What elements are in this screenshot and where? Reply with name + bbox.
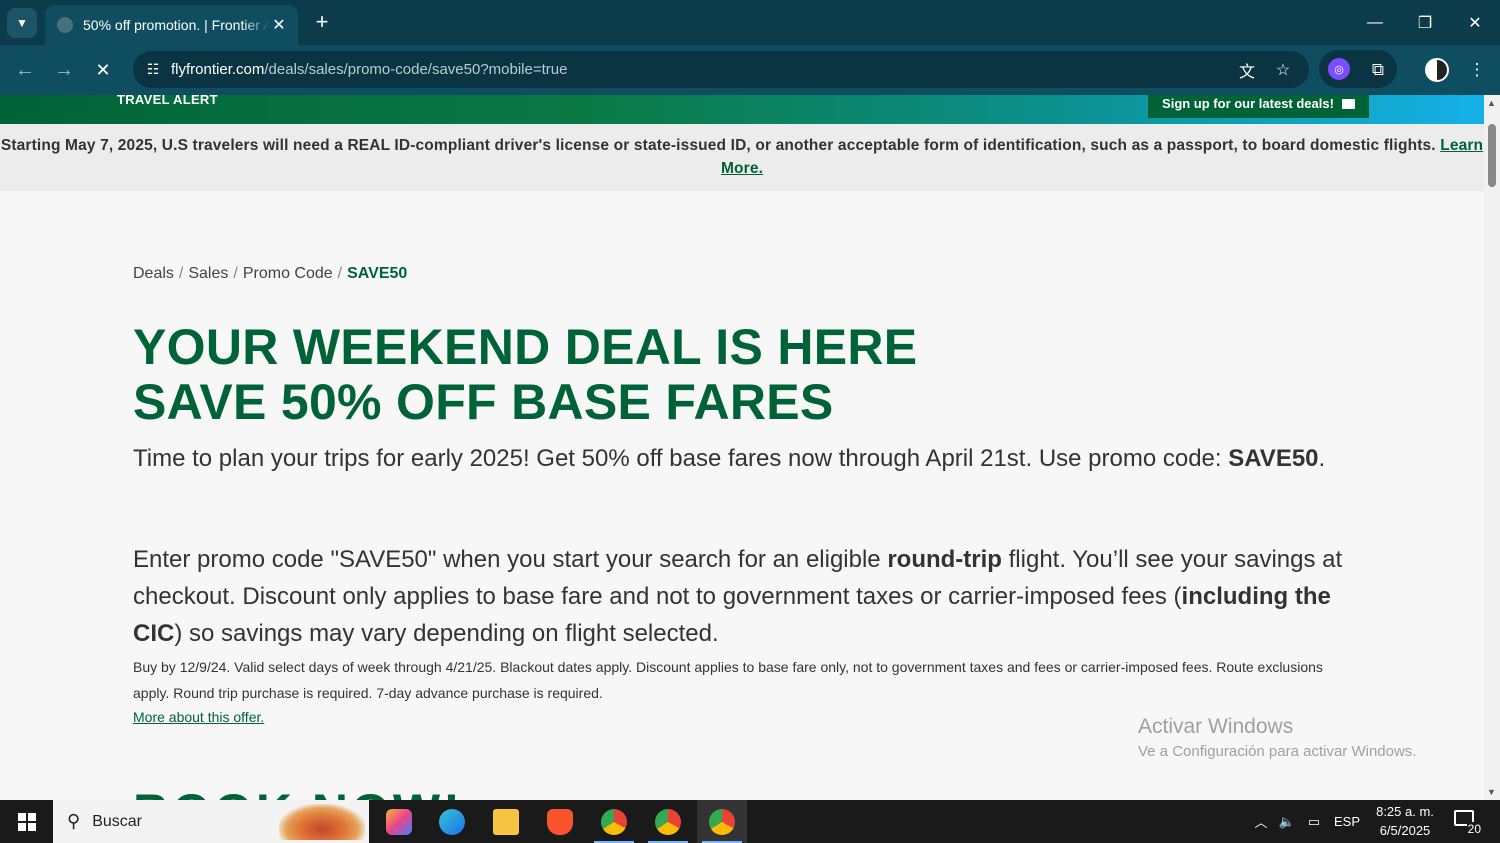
browser-toolbar: ← → ✕ ☷ flyfrontier.com/deals/sales/prom…	[0, 45, 1500, 95]
brave-app-icon[interactable]	[535, 800, 585, 843]
more-about-offer-link[interactable]: More about this offer.	[133, 709, 264, 725]
signup-deals-label: Sign up for our latest deals!	[1162, 96, 1334, 111]
travel-alert-bar: TRAVEL ALERT Sign up for our latest deal…	[0, 95, 1484, 124]
windows-activation-watermark: Activar Windows Ve a Configuración para …	[1138, 715, 1416, 760]
forward-arrow-icon[interactable]: →	[49, 55, 79, 85]
breadcrumb-separator: /	[233, 265, 238, 282]
windows-logo-icon	[17, 812, 36, 831]
fine-print: Buy by 12/9/24. Valid select days of wee…	[133, 659, 1323, 701]
chrome-app-icon-2[interactable]	[643, 800, 693, 843]
scroll-down-icon[interactable]: ▼	[1487, 787, 1496, 797]
search-highlight-image	[279, 804, 365, 840]
instructions-text-c: ) so savings may vary depending on fligh…	[174, 620, 719, 647]
page-scrollbar[interactable]: ▲ ▼	[1484, 95, 1500, 800]
instructions-text-a: Enter promo code "SAVE50" when you start…	[133, 546, 888, 573]
taskbar-search[interactable]: ⚲ Buscar	[53, 800, 369, 843]
watermark-title: Activar Windows	[1138, 715, 1294, 738]
instructions-bold-round-trip: round-trip	[887, 546, 1002, 573]
clock-date: 6/5/2025	[1379, 823, 1431, 838]
extension-purple-icon[interactable]: ◎	[1328, 58, 1350, 80]
intro-paragraph: Time to plan your trips for early 2025! …	[133, 441, 1353, 477]
real-id-notice: Starting May 7, 2025, U.S travelers will…	[0, 124, 1484, 191]
minimize-icon[interactable]: —	[1350, 0, 1400, 45]
translate-icon[interactable]: 文	[1235, 58, 1259, 82]
site-settings-icon[interactable]: ☷	[135, 61, 171, 78]
clock-time: 8:25 a. m.	[1376, 804, 1434, 819]
notification-count: 20	[1466, 822, 1482, 836]
browser-tab-active[interactable]: 50% off promotion. | Frontier Airlines ✕	[45, 5, 298, 45]
url-text[interactable]: flyfrontier.com/deals/sales/promo-code/s…	[171, 61, 567, 78]
mail-icon	[1341, 98, 1355, 109]
window-close-icon[interactable]: ✕	[1450, 0, 1500, 45]
browser-tab-strip: ▼ 50% off promotion. | Frontier Airlines…	[0, 0, 1500, 45]
intro-text: Time to plan your trips for early 2025! …	[133, 445, 1222, 472]
browser-menu-icon[interactable]: ⋮	[1463, 56, 1491, 84]
windows-taskbar: ⚲ Buscar ︿ 🔈 ▭ ESP 8:25 a. m. 6/5/2025 2…	[0, 800, 1500, 843]
tab-favicon-icon	[57, 17, 73, 33]
extensions-puzzle-icon[interactable]: ⧉	[1364, 56, 1392, 84]
breadcrumb: Deals / Sales / Promo Code / SAVE50	[133, 265, 407, 283]
taskbar-search-placeholder: Buscar	[92, 812, 142, 830]
breadcrumb-separator: /	[337, 265, 343, 282]
stop-loading-icon[interactable]: ✕	[88, 55, 118, 85]
breadcrumb-promo-code[interactable]: Promo Code	[243, 265, 333, 282]
intro-end: .	[1318, 445, 1326, 472]
tab-search-chevron-down-icon[interactable]: ▼	[7, 8, 37, 38]
copilot-app-icon[interactable]	[374, 800, 424, 843]
network-icon[interactable]: ▭	[1302, 800, 1326, 843]
headline-line-2: SAVE 50% OFF BASE FARES	[133, 374, 834, 430]
tray-chevron-up-icon[interactable]: ︿	[1250, 800, 1272, 843]
new-tab-plus-icon[interactable]: +	[308, 8, 336, 36]
real-id-text: Starting May 7, 2025, U.S travelers will…	[0, 137, 1436, 154]
signup-deals-button[interactable]: Sign up for our latest deals!	[1148, 95, 1369, 118]
breadcrumb-sales[interactable]: Sales	[188, 265, 228, 282]
start-button[interactable]	[0, 800, 53, 843]
scrollbar-thumb[interactable]	[1488, 124, 1496, 187]
breadcrumb-separator: /	[178, 265, 184, 282]
volume-icon[interactable]: 🔈	[1276, 800, 1298, 843]
book-now-heading: BOOK NOW!	[133, 783, 463, 800]
tab-close-icon[interactable]: ✕	[270, 15, 288, 35]
back-arrow-icon[interactable]: ←	[10, 55, 40, 85]
breadcrumb-deals[interactable]: Deals	[133, 265, 174, 282]
breadcrumb-current: SAVE50	[347, 265, 408, 282]
language-indicator[interactable]: ESP	[1332, 800, 1362, 843]
promo-code: SAVE50	[1228, 445, 1319, 472]
tab-title: 50% off promotion. | Frontier Airlines	[83, 17, 270, 33]
page-title: YOUR WEEKEND DEAL IS HERE SAVE 50% OFF B…	[133, 320, 917, 430]
chrome-app-icon-3[interactable]	[697, 800, 747, 843]
address-bar[interactable]: ☷ flyfrontier.com/deals/sales/promo-code…	[133, 51, 1309, 88]
instructions-paragraph: Enter promo code "SAVE50" when you start…	[133, 541, 1363, 652]
search-icon: ⚲	[67, 811, 81, 831]
web-page: TRAVEL ALERT Sign up for our latest deal…	[0, 95, 1484, 800]
scroll-up-icon[interactable]: ▲	[1487, 98, 1496, 108]
notification-center-icon[interactable]: 20	[1452, 808, 1482, 836]
travel-alert-label: TRAVEL ALERT	[117, 95, 218, 107]
edge-app-icon[interactable]	[427, 800, 477, 843]
file-explorer-app-icon[interactable]	[481, 800, 531, 843]
url-host: flyfrontier.com	[171, 61, 265, 78]
watermark-subtitle: Ve a Configuración para activar Windows.	[1138, 743, 1417, 760]
restore-icon[interactable]: ❐	[1400, 0, 1450, 45]
taskbar-clock[interactable]: 8:25 a. m. 6/5/2025	[1370, 802, 1440, 840]
headline-line-1: YOUR WEEKEND DEAL IS HERE	[133, 319, 918, 375]
chrome-app-icon-1[interactable]	[589, 800, 639, 843]
profile-avatar[interactable]	[1425, 58, 1449, 82]
url-path: /deals/sales/promo-code/save50?mobile=tr…	[264, 61, 568, 78]
bookmark-star-icon[interactable]: ☆	[1271, 58, 1295, 82]
